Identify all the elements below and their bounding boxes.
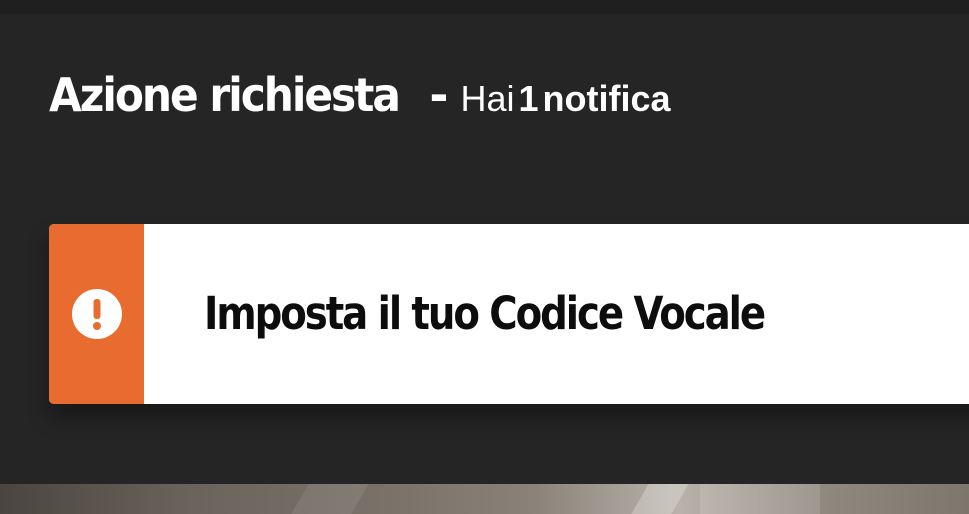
- alert-stripe: [49, 224, 144, 404]
- exclamation-circle-icon: [71, 289, 122, 339]
- top-band: [0, 0, 969, 14]
- subtitle-prefix: Hai: [460, 78, 515, 119]
- background-photo: [0, 484, 969, 514]
- notification-count: 1: [518, 78, 539, 119]
- subtitle-suffix: notifica: [542, 78, 671, 119]
- notification-card[interactable]: Imposta il tuo Codice Vocale: [49, 224, 969, 404]
- page-title: Azione richiesta - Hai 1 notifica: [49, 68, 671, 132]
- notification-label: Imposta il tuo Codice Vocale: [204, 287, 766, 340]
- notifications-panel: Azione richiesta - Hai 1 notifica Impost…: [0, 0, 969, 484]
- title-separator: -: [429, 68, 449, 122]
- title-text: Azione richiesta: [49, 68, 401, 122]
